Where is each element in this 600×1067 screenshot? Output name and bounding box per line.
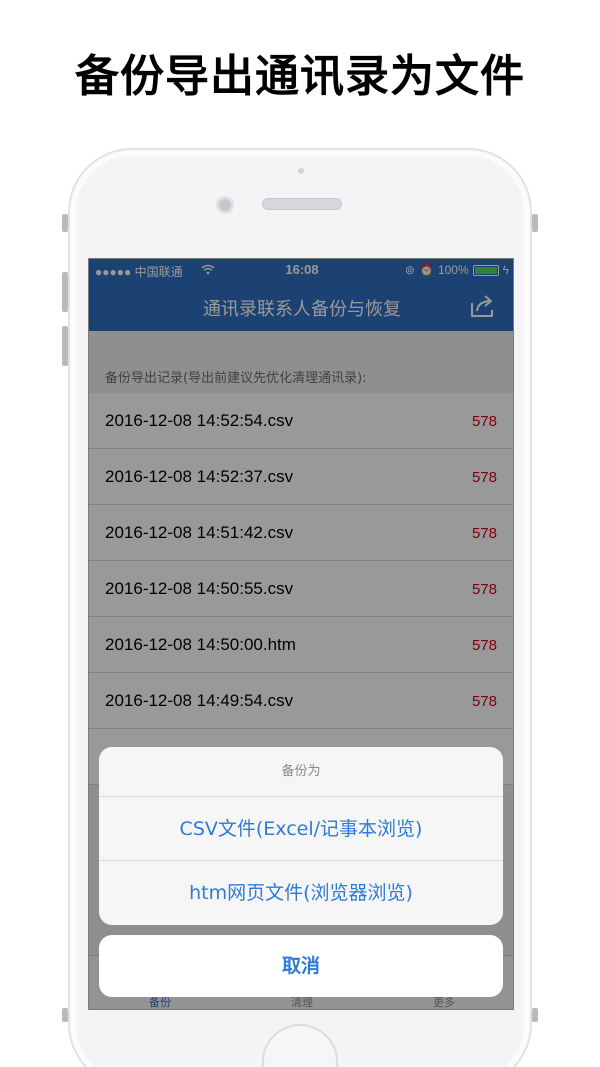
power-button xyxy=(532,214,538,232)
promo-title: 备份导出通讯录为文件 xyxy=(75,51,525,102)
front-camera xyxy=(216,196,234,214)
phone-screen: ●●●●● 中国联通 16:08 ⊚ ⏰ 100% ϟ 通讯录联系人备份与恢复 … xyxy=(88,258,514,1010)
action-sheet: 备份为 CSV文件(Excel/记事本浏览) htm网页文件(浏览器浏览) xyxy=(99,747,503,925)
export-htm-button[interactable]: htm网页文件(浏览器浏览) xyxy=(99,861,503,925)
action-sheet-title: 备份为 xyxy=(99,747,503,797)
proximity-sensor xyxy=(298,168,304,174)
cancel-button[interactable]: 取消 xyxy=(99,935,503,997)
earpiece-speaker xyxy=(262,198,342,210)
frame-marker-right xyxy=(532,1008,538,1022)
export-csv-button[interactable]: CSV文件(Excel/记事本浏览) xyxy=(99,797,503,861)
